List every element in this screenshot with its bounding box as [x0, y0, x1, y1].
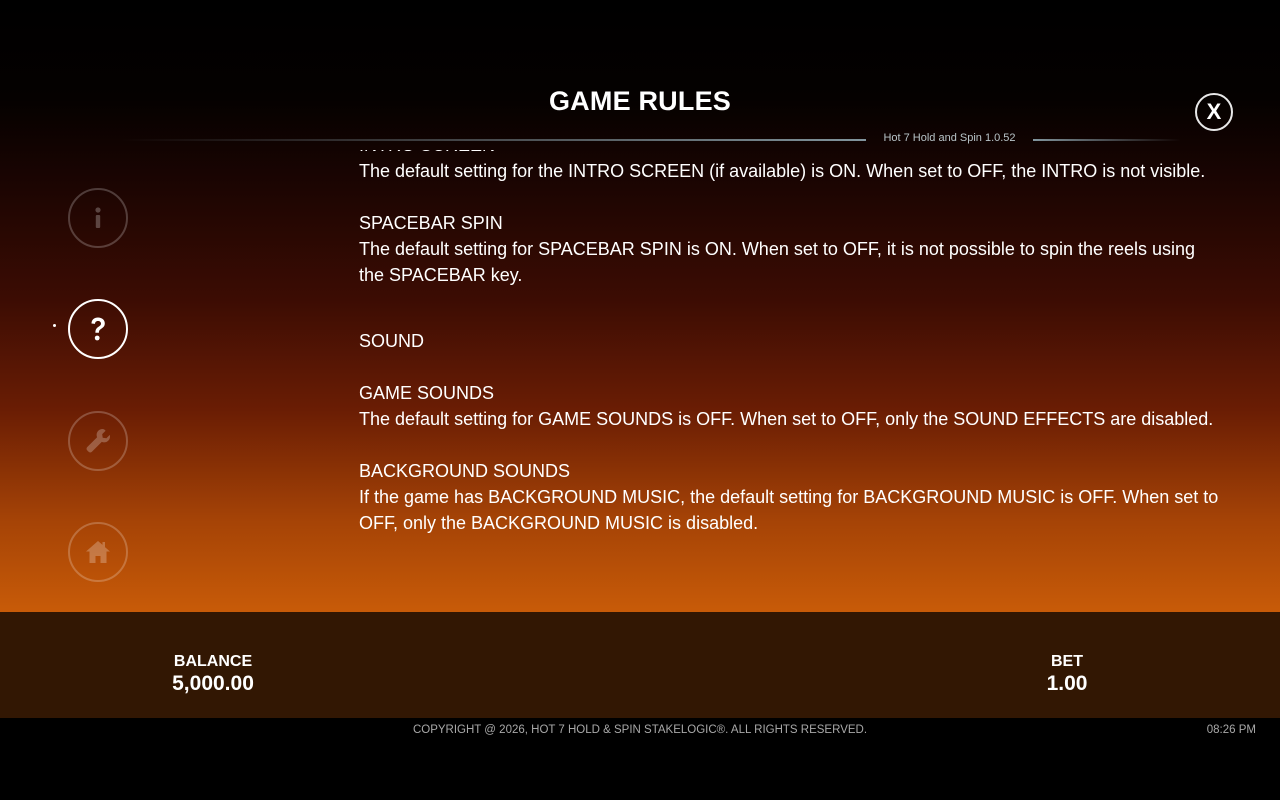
- active-indicator: [53, 324, 56, 327]
- rule-text: The default setting for GAME SOUNDS is O…: [359, 409, 1214, 429]
- rule-text: The default setting for the INTRO SCREEN…: [359, 161, 1206, 181]
- info-icon: [95, 207, 101, 228]
- header-divider-right: [1033, 139, 1181, 141]
- nav-rules-button[interactable]: [68, 299, 128, 359]
- balance-display: BALANCE 5,000.00: [140, 652, 286, 696]
- rule-text: If the game has BACKGROUND MUSIC, the de…: [359, 487, 1219, 533]
- rule-intro-screen: INTRO SCREEN The default setting for the…: [359, 150, 1219, 184]
- rule-heading: INTRO SCREEN: [359, 150, 1219, 158]
- wrench-icon: [86, 429, 110, 453]
- copyright-text: COPYRIGHT @ 2026, HOT 7 HOLD & SPIN STAK…: [412, 724, 868, 736]
- question-icon: [91, 317, 105, 341]
- version-label: Hot 7 Hold and Spin 1.0.52: [883, 132, 1016, 144]
- section-heading: SOUND: [359, 331, 425, 351]
- rules-scroll-area[interactable]: INTRO SCREEN The default setting for the…: [359, 150, 1219, 605]
- close-button[interactable]: X: [1195, 93, 1233, 131]
- rules-screen: GAME RULES Hot 7 Hold and Spin 1.0.52 X …: [0, 0, 1280, 612]
- nav-home-button[interactable]: [68, 522, 128, 582]
- balance-label: BALANCE: [173, 653, 253, 670]
- page-title: GAME RULES: [548, 86, 731, 116]
- rule-heading: GAME SOUNDS: [359, 383, 495, 403]
- rule-spacebar-spin: SPACEBAR SPIN The default setting for SP…: [359, 210, 1219, 288]
- rule-sound: SOUND: [359, 328, 1219, 354]
- balance-value: 5,000.00: [172, 672, 254, 695]
- rule-game-sounds: GAME SOUNDS The default setting for GAME…: [359, 380, 1219, 432]
- nav-info-button[interactable]: [68, 188, 128, 248]
- rule-heading: SPACEBAR SPIN: [359, 213, 503, 233]
- clock: 08:26 PM: [1206, 724, 1256, 736]
- home-icon: [86, 541, 110, 563]
- bet-display: BET 1.00: [1016, 652, 1118, 696]
- nav-settings-button[interactable]: [68, 411, 128, 471]
- bet-value: 1.00: [1046, 672, 1088, 695]
- close-icon: X: [1206, 99, 1222, 124]
- rule-text: The default setting for SPACEBAR SPIN is…: [359, 239, 1196, 285]
- rule-background-sounds: BACKGROUND SOUNDS If the game has BACKGR…: [359, 458, 1219, 536]
- rule-heading: BACKGROUND SOUNDS: [359, 461, 571, 481]
- bet-label: BET: [1051, 653, 1083, 670]
- header-divider-left: [120, 139, 866, 141]
